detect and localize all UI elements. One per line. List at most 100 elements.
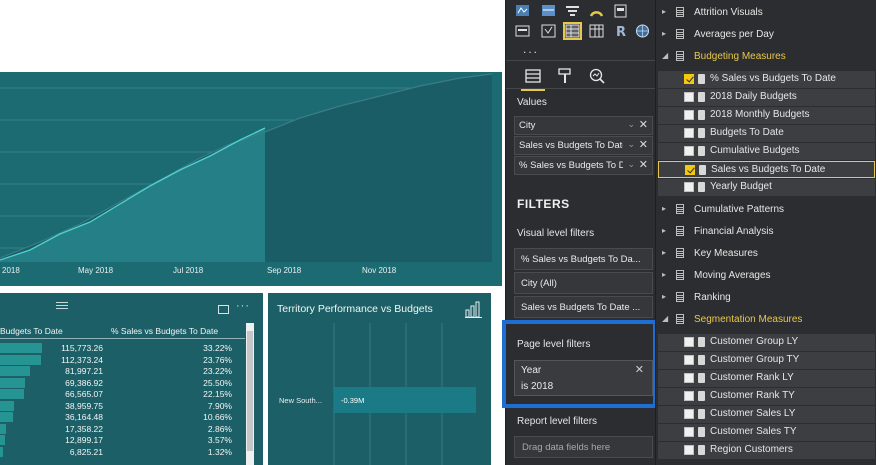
field-checkbox[interactable] bbox=[684, 409, 694, 419]
table-row[interactable]: 81,997.21 23.22% bbox=[0, 365, 245, 377]
scrollbar-thumb[interactable] bbox=[247, 331, 253, 451]
measure-field-item[interactable]: Customer Rank LY bbox=[658, 370, 875, 387]
measure-field-item[interactable]: Customer Sales LY bbox=[658, 406, 875, 423]
filled-map-icon[interactable] bbox=[541, 4, 556, 18]
expand-right-icon[interactable]: ▸ bbox=[662, 292, 666, 301]
field-checkbox[interactable] bbox=[684, 391, 694, 401]
field-checkbox[interactable] bbox=[684, 146, 694, 156]
field-checkbox[interactable] bbox=[684, 110, 694, 120]
field-checkbox[interactable] bbox=[684, 182, 694, 192]
card-icon[interactable] bbox=[613, 4, 628, 18]
field-table-item[interactable]: ▸ Moving Averages bbox=[656, 267, 876, 285]
field-checkbox[interactable] bbox=[684, 355, 694, 365]
remove-field-icon[interactable]: ✕ bbox=[639, 138, 648, 151]
expand-right-icon[interactable]: ▸ bbox=[662, 270, 666, 279]
expand-right-icon[interactable]: ▸ bbox=[662, 226, 666, 235]
field-checkbox[interactable] bbox=[684, 445, 694, 455]
remove-field-icon[interactable]: ✕ bbox=[639, 118, 648, 131]
field-table-item[interactable]: ◢ Segmentation Measures bbox=[656, 311, 876, 329]
table-icon bbox=[676, 248, 684, 258]
field-checkbox[interactable] bbox=[684, 427, 694, 437]
chevron-down-icon[interactable]: ⌄ bbox=[627, 119, 635, 130]
table-visual-icon[interactable] bbox=[563, 22, 582, 40]
expand-down-icon[interactable]: ◢ bbox=[662, 51, 668, 60]
page-filters-highlight bbox=[502, 320, 657, 408]
report-filter-drop-zone[interactable]: Drag data fields here bbox=[514, 436, 653, 458]
field-checkbox[interactable] bbox=[684, 128, 694, 138]
tab-format[interactable] bbox=[556, 67, 574, 85]
table-row[interactable]: 112,373.24 23.76% bbox=[0, 354, 245, 366]
kpi-icon[interactable] bbox=[515, 24, 530, 38]
field-checkbox[interactable] bbox=[684, 337, 694, 347]
table-row[interactable]: 36,164.48 10.66% bbox=[0, 411, 245, 423]
table-name: Averages per Day bbox=[694, 29, 774, 40]
column-header[interactable]: % Sales vs Budgets To Date bbox=[111, 326, 218, 336]
measure-field-item[interactable]: Customer Rank TY bbox=[658, 388, 875, 405]
more-visuals-icon[interactable]: ... bbox=[523, 42, 539, 56]
funnel-icon[interactable] bbox=[565, 4, 580, 18]
visual-filter-card[interactable]: City (All) bbox=[514, 272, 653, 294]
measure-field-item[interactable]: Budgets To Date bbox=[658, 125, 875, 142]
field-checkbox[interactable] bbox=[684, 74, 694, 84]
more-options-icon[interactable]: ··· bbox=[236, 300, 250, 312]
measure-field-item[interactable]: 2018 Monthly Budgets bbox=[658, 107, 875, 124]
drag-grip-icon[interactable] bbox=[56, 302, 68, 309]
field-table-item[interactable]: ▸ Averages per Day bbox=[656, 26, 876, 44]
cumulative-line-chart[interactable] bbox=[0, 72, 502, 286]
table-row[interactable]: 12,899.17 3.57% bbox=[0, 434, 245, 446]
expand-right-icon[interactable]: ▸ bbox=[662, 204, 666, 213]
measure-field-item[interactable]: Cumulative Budgets bbox=[658, 143, 875, 160]
focus-mode-icon[interactable] bbox=[218, 305, 229, 314]
field-table-item[interactable]: ▸ Attrition Visuals bbox=[656, 4, 876, 22]
field-table-item[interactable]: ▸ Cumulative Patterns bbox=[656, 201, 876, 219]
r-script-icon[interactable]: R bbox=[613, 24, 628, 38]
calculator-icon bbox=[698, 92, 705, 102]
expand-right-icon[interactable]: ▸ bbox=[662, 29, 666, 38]
measure-field-item[interactable]: Customer Group TY bbox=[658, 352, 875, 369]
field-checkbox[interactable] bbox=[684, 373, 694, 383]
budget-table-visual[interactable]: ··· Budgets To Date % Sales vs Budgets T… bbox=[0, 293, 263, 465]
field-table-item[interactable]: ▸ Financial Analysis bbox=[656, 223, 876, 241]
tab-fields[interactable] bbox=[521, 67, 545, 91]
field-table-item[interactable]: ◢ Budgeting Measures bbox=[656, 48, 876, 66]
table-icon bbox=[676, 7, 684, 17]
chevron-down-icon[interactable]: ⌄ bbox=[627, 159, 635, 170]
gauge-icon[interactable] bbox=[589, 4, 604, 18]
visual-filter-card[interactable]: Sales vs Budgets To Date ... bbox=[514, 296, 653, 318]
expand-right-icon[interactable]: ▸ bbox=[662, 7, 666, 16]
tab-analytics[interactable] bbox=[588, 67, 606, 85]
table-row[interactable]: 66,565.07 22.15% bbox=[0, 388, 245, 400]
value-field-sales-vs-budgets[interactable]: Sales vs Budgets To Date ⌄ ✕ bbox=[514, 136, 653, 155]
value-field-city[interactable]: City ⌄ ✕ bbox=[514, 116, 653, 135]
measure-field-item[interactable]: Yearly Budget bbox=[658, 179, 875, 196]
field-checkbox[interactable] bbox=[684, 92, 694, 102]
column-header[interactable]: Budgets To Date bbox=[0, 326, 63, 336]
measure-field-item[interactable]: 2018 Daily Budgets bbox=[658, 89, 875, 106]
field-table-item[interactable]: ▸ Key Measures bbox=[656, 245, 876, 263]
remove-field-icon[interactable]: ✕ bbox=[639, 158, 648, 171]
table-row[interactable]: 17,358.22 2.86% bbox=[0, 423, 245, 435]
measure-field-item[interactable]: % Sales vs Budgets To Date bbox=[658, 71, 875, 88]
table-name: Cumulative Patterns bbox=[694, 204, 785, 215]
measure-field-item[interactable]: Sales vs Budgets To Date bbox=[658, 161, 875, 178]
table-row[interactable]: 6,825.21 1.32% bbox=[0, 446, 245, 458]
visual-filter-card[interactable]: % Sales vs Budgets To Da... bbox=[514, 248, 653, 270]
chevron-down-icon[interactable]: ⌄ bbox=[627, 139, 635, 150]
table-scrollbar[interactable] bbox=[246, 323, 254, 465]
map-icon[interactable] bbox=[515, 4, 530, 18]
expand-down-icon[interactable]: ◢ bbox=[662, 314, 668, 323]
field-table-item[interactable]: ▸ Ranking bbox=[656, 289, 876, 307]
measure-field-item[interactable]: Customer Group LY bbox=[658, 334, 875, 351]
slicer-icon[interactable] bbox=[541, 24, 556, 38]
table-row[interactable]: 115,773.26 33.22% bbox=[0, 342, 245, 354]
territory-bar-visual[interactable]: Territory Performance vs Budgets New Sou… bbox=[268, 293, 491, 465]
value-field-pct-sales-vs-budgets[interactable]: % Sales vs Budgets To D ⌄ ✕ bbox=[514, 156, 653, 175]
measure-field-item[interactable]: Region Customers bbox=[658, 442, 875, 459]
expand-right-icon[interactable]: ▸ bbox=[662, 248, 666, 257]
measure-field-item[interactable]: Customer Sales TY bbox=[658, 424, 875, 441]
table-row[interactable]: 38,959.75 7.90% bbox=[0, 400, 245, 412]
matrix-icon[interactable] bbox=[589, 24, 604, 38]
table-row[interactable]: 69,386.92 25.50% bbox=[0, 377, 245, 389]
field-checkbox[interactable] bbox=[685, 165, 695, 175]
globe-icon[interactable] bbox=[635, 24, 650, 38]
